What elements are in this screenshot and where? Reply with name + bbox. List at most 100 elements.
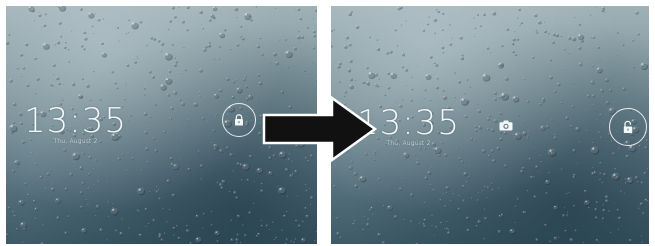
- raindrop: [567, 52, 570, 55]
- raindrop: [409, 99, 413, 102]
- raindrop: [312, 46, 316, 50]
- raindrop: [617, 216, 622, 221]
- raindrop: [382, 204, 385, 207]
- raindrop: [535, 31, 539, 34]
- raindrop: [486, 117, 491, 121]
- raindrop: [402, 177, 405, 180]
- raindrop: [439, 199, 442, 202]
- raindrop: [415, 242, 419, 244]
- raindrop: [143, 112, 148, 116]
- raindrop: [287, 66, 290, 69]
- raindrop: [486, 197, 488, 199]
- raindrop: [452, 193, 455, 195]
- raindrop: [516, 198, 520, 201]
- raindrop: [181, 20, 185, 24]
- raindrop: [158, 197, 162, 201]
- raindrop: [444, 205, 447, 208]
- raindrop: [176, 225, 179, 228]
- raindrop: [482, 13, 486, 17]
- raindrop: [310, 196, 314, 200]
- raindrop: [359, 188, 361, 190]
- raindrop: [73, 166, 76, 168]
- raindrop: [83, 37, 88, 41]
- raindrop: [451, 37, 453, 39]
- raindrop: [566, 211, 569, 214]
- unlock-ring[interactable]: [222, 103, 256, 137]
- raindrop: [470, 137, 474, 141]
- raindrop: [184, 68, 187, 72]
- raindrop: [514, 53, 518, 57]
- raindrop: [112, 203, 114, 205]
- raindrop: [268, 229, 271, 231]
- raindrop: [423, 201, 427, 204]
- raindrop: [88, 172, 92, 176]
- raindrop: [555, 33, 560, 38]
- raindrop: [611, 172, 621, 181]
- raindrop: [32, 199, 37, 203]
- raindrop: [595, 201, 599, 204]
- raindrop: [34, 92, 37, 95]
- raindrop: [426, 23, 429, 26]
- raindrop: [229, 48, 232, 50]
- camera-icon[interactable]: [499, 120, 513, 131]
- raindrop: [376, 84, 380, 88]
- raindrop: [520, 21, 524, 25]
- raindrop: [551, 118, 554, 121]
- raindrop: [615, 54, 618, 56]
- raindrop: [260, 224, 264, 228]
- raindrop: [233, 191, 237, 195]
- raindrop: [57, 82, 62, 86]
- raindrop: [621, 43, 625, 47]
- raindrop: [38, 195, 40, 197]
- raindrop: [242, 78, 246, 82]
- raindrop: [416, 64, 419, 67]
- raindrop: [586, 130, 589, 132]
- raindrop: [481, 73, 491, 82]
- raindrop: [517, 114, 520, 117]
- raindrop: [253, 202, 255, 205]
- raindrop: [448, 23, 451, 26]
- raindrop: [113, 81, 117, 85]
- raindrop: [239, 25, 243, 28]
- raindrop: [354, 184, 359, 188]
- raindrop: [9, 79, 13, 83]
- raindrop: [490, 182, 493, 185]
- raindrop: [497, 229, 502, 234]
- raindrop: [577, 33, 585, 41]
- raindrop: [220, 186, 224, 190]
- raindrop: [554, 133, 557, 136]
- raindrop: [431, 215, 434, 217]
- raindrop: [562, 214, 566, 218]
- raindrop: [257, 73, 261, 77]
- raindrop: [121, 218, 124, 221]
- raindrop: [123, 98, 127, 101]
- raindrop: [614, 168, 617, 171]
- raindrop: [50, 187, 55, 192]
- raindrop: [590, 146, 600, 155]
- raindrop: [218, 45, 221, 48]
- raindrop: [71, 152, 81, 161]
- raindrop: [436, 10, 441, 14]
- raindrop: [499, 112, 502, 116]
- raindrop: [15, 228, 19, 231]
- raindrop: [22, 241, 24, 244]
- raindrop: [331, 29, 333, 32]
- raindrop: [344, 90, 348, 94]
- raindrop: [553, 236, 558, 241]
- raindrop: [309, 188, 311, 190]
- raindrop: [476, 103, 479, 105]
- raindrop: [12, 210, 15, 213]
- raindrop: [265, 224, 269, 228]
- raindrop: [517, 64, 519, 66]
- raindrop: [483, 208, 486, 211]
- raindrop: [12, 102, 17, 107]
- raindrop: [312, 30, 316, 34]
- raindrop: [295, 219, 298, 223]
- raindrop: [497, 187, 500, 190]
- raindrop: [284, 168, 289, 172]
- raindrop: [201, 27, 204, 30]
- raindrop: [563, 206, 566, 208]
- raindrop: [354, 79, 357, 82]
- raindrop: [453, 157, 455, 159]
- unlock-ring[interactable]: [609, 108, 647, 146]
